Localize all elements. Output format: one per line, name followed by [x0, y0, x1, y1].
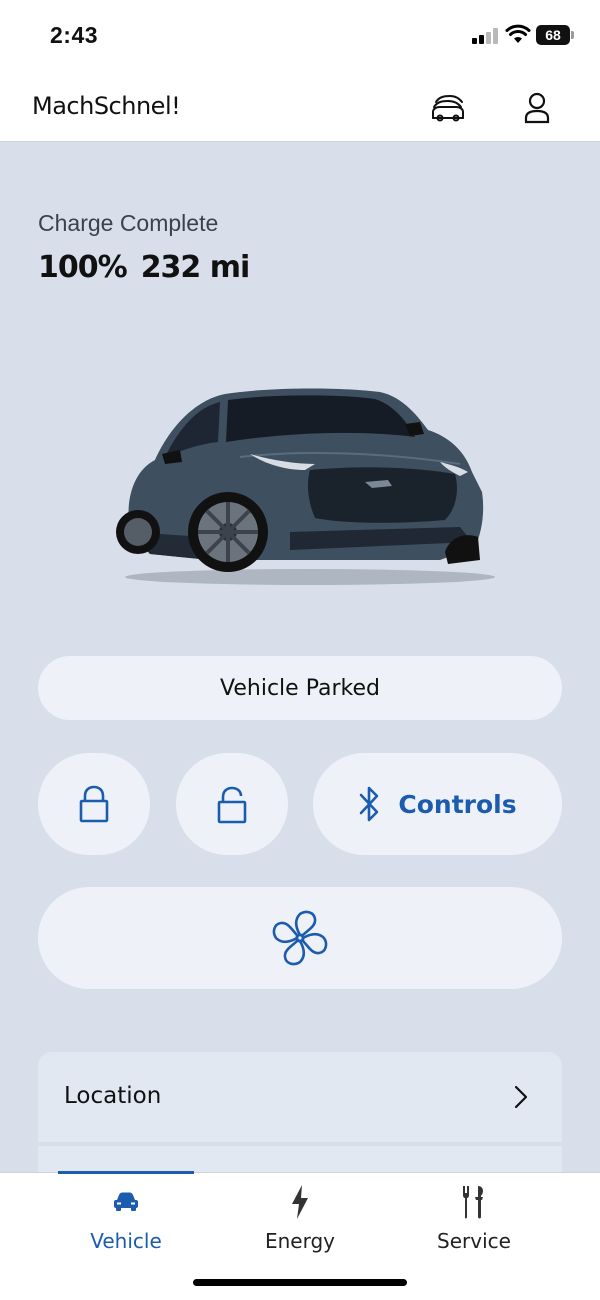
- fan-icon: [272, 910, 328, 966]
- climate-button[interactable]: [38, 887, 562, 989]
- tab-vehicle[interactable]: Vehicle: [46, 1173, 206, 1263]
- status-time: 2:43: [50, 22, 99, 48]
- vehicle-image: [116, 388, 495, 585]
- charge-status: Charge Complete: [38, 210, 219, 236]
- battery-level: 68: [536, 25, 570, 45]
- location-label: Location: [64, 1083, 162, 1109]
- tools-icon: [457, 1185, 491, 1219]
- vehicle-status-pill: Vehicle Parked: [38, 656, 562, 720]
- account-button[interactable]: [517, 88, 557, 128]
- lock-icon: [79, 785, 109, 823]
- car-icon: [109, 1185, 143, 1219]
- location-row[interactable]: Location: [38, 1052, 562, 1142]
- wifi-icon: [505, 24, 531, 43]
- unlock-icon: [217, 786, 247, 824]
- tab-label: Energy: [264, 1229, 336, 1253]
- app-header: MachSchnel!: [0, 70, 600, 142]
- unlock-button[interactable]: [176, 753, 288, 855]
- battery-tip: [571, 31, 574, 39]
- list-item[interactable]: [38, 1146, 562, 1172]
- chevron-right-icon: [514, 1085, 528, 1109]
- lock-button[interactable]: [38, 753, 150, 855]
- tab-label: Vehicle: [90, 1229, 162, 1253]
- vehicle-switcher-icon: [432, 95, 464, 122]
- tab-label: Service: [437, 1229, 511, 1253]
- lightning-icon: [283, 1185, 317, 1219]
- bluetooth-icon: [360, 786, 379, 822]
- controls-button[interactable]: Controls: [313, 753, 562, 855]
- charge-summary: 100% 232 mi: [38, 250, 251, 285]
- cellular-signal-icon: [472, 28, 500, 44]
- range-value: 232 mi: [140, 250, 251, 285]
- vehicle-switcher-button[interactable]: [428, 88, 468, 128]
- tab-energy[interactable]: Energy: [220, 1173, 380, 1263]
- tab-service[interactable]: Service: [394, 1173, 554, 1263]
- account-icon: [524, 92, 550, 124]
- charge-percent: 100%: [38, 250, 128, 285]
- status-bar: 2:43 68: [0, 0, 600, 70]
- app-title: MachSchnel!: [32, 92, 181, 120]
- home-indicator[interactable]: [193, 1279, 407, 1286]
- vehicle-dashboard: Charge Complete 100% 232 mi Vehicle Park…: [0, 142, 600, 1172]
- controls-label: Controls: [398, 789, 517, 819]
